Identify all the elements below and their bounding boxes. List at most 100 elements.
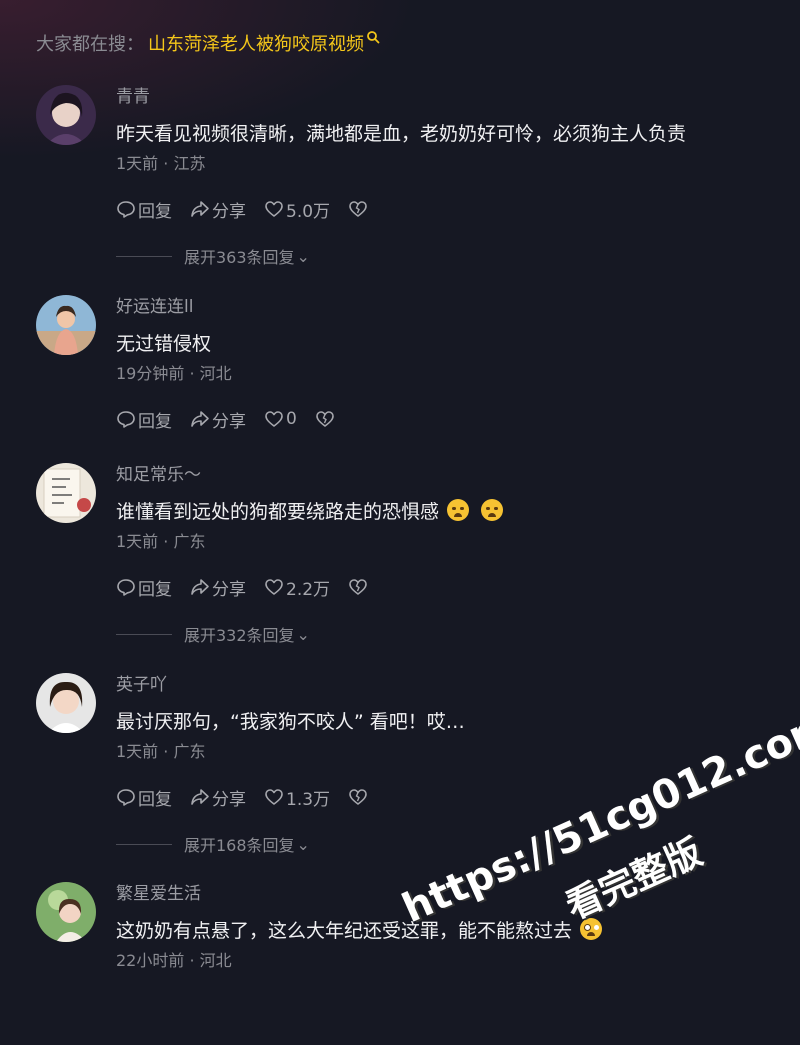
reply-label: 回复 [138,789,172,810]
avatar[interactable] [36,673,96,733]
broken-heart-icon [349,579,367,595]
share-arrow-icon [191,579,209,595]
broken-heart-icon [316,411,334,427]
meta-separator: · [158,154,174,173]
like-count: 2.2万 [286,579,331,600]
comment-time: 19分钟前 [116,364,185,383]
heart-icon [265,579,283,595]
comment-actions: 回复 分享 0 [116,407,766,432]
reply-bubble-icon [117,789,135,806]
comment-username[interactable]: 英子吖 [116,673,766,697]
dislike-button[interactable] [315,409,337,429]
expand-replies[interactable]: 展开332条回复 ⌄ [116,623,766,645]
share-arrow-icon [191,789,209,805]
comment-text: 谁懂看到远处的狗都要绕路走的恐惧感 [116,499,766,525]
share-label: 分享 [212,411,246,432]
comment-location: 河北 [199,364,232,383]
comment-actions: 回复 分享 5.0万 [116,197,766,222]
meta-separator: · [184,951,200,970]
like-count: 5.0万 [286,201,331,222]
comment-time: 1天前 [116,154,159,173]
share-arrow-icon [191,201,209,217]
reply-button[interactable]: 回复 [116,197,172,222]
reply-bubble-icon [117,579,135,596]
dislike-button[interactable] [348,199,370,219]
dislike-button[interactable] [348,577,370,597]
avatar[interactable] [36,463,96,523]
divider-line [116,633,172,635]
meta-separator: · [158,742,174,761]
comment-text: 这奶奶有点悬了，这么大年纪还受这罪，能不能熬过去 [116,918,766,944]
reply-label: 回复 [138,579,172,600]
comment-text-content: 这奶奶有点悬了，这么大年纪还受这罪，能不能熬过去 [116,920,573,942]
heart-icon [265,789,283,805]
like-button[interactable]: 2.2万 [264,575,330,600]
crying-face-emoji [447,499,470,521]
comment-username[interactable]: 好运连连ll [116,295,766,319]
comment-time: 1天前 [116,742,159,761]
comment-text: 最讨厌那句，“我家狗不咬人” 看吧！哎… [116,711,465,733]
avatar[interactable] [36,295,96,355]
dislike-button[interactable] [348,787,370,807]
share-label: 分享 [212,579,246,600]
comment-location: 河北 [199,951,232,970]
comment-meta: 19分钟前 · 河北 [116,363,766,385]
chevron-down-icon: ⌄ [296,624,310,644]
share-button[interactable]: 分享 [190,197,246,222]
trending-search-term[interactable]: 山东菏泽老人被狗咬原视频 [148,30,364,56]
comment-meta: 1天前 · 广东 [116,531,766,553]
avatar[interactable] [36,882,96,942]
chevron-down-icon: ⌄ [296,834,310,854]
reply-button[interactable]: 回复 [116,785,172,810]
comment-location: 江苏 [173,154,206,173]
chevron-down-icon: ⌄ [296,246,310,266]
search-icon[interactable] [366,30,380,44]
broken-heart-icon [349,201,367,217]
share-button[interactable]: 分享 [190,407,246,432]
crying-face-emoji [481,499,504,521]
share-label: 分享 [212,201,246,222]
divider-line [116,255,172,257]
reply-bubble-icon [117,201,135,218]
trending-search-prefix: 大家都在搜： [36,34,144,55]
avatar[interactable] [36,85,96,145]
comment-location: 广东 [173,532,206,551]
comment-actions: 回复 分享 1.3万 [116,785,766,810]
like-button[interactable]: 5.0万 [264,197,330,222]
reply-button[interactable]: 回复 [116,575,172,600]
expand-replies-label: 展开168条回复 [184,836,295,855]
comment-username[interactable]: 繁星爱生活 [116,882,766,906]
share-arrow-icon [191,411,209,427]
broken-heart-icon [349,789,367,805]
comment-username[interactable]: 青青 [116,85,766,109]
comment-text: 无过错侵权 [116,333,212,355]
reply-label: 回复 [138,411,172,432]
comment-location: 广东 [173,742,206,761]
reply-bubble-icon [117,411,135,428]
comment-text: 昨天看见视频很清晰，满地都是血，老奶奶好可怜，必须狗主人负责 [116,123,687,145]
share-button[interactable]: 分享 [190,575,246,600]
heart-icon [265,201,283,217]
comment-meta: 22小时前 · 河北 [116,950,766,972]
divider-line [116,843,172,845]
comment-time: 22小时前 [116,951,185,970]
trending-search-bar[interactable]: 大家都在搜： 山东菏泽老人被狗咬原视频 [36,30,380,56]
meta-separator: · [158,532,174,551]
comment-username[interactable]: 知足常乐～ [116,463,766,487]
meta-separator: · [184,364,200,383]
expand-replies[interactable]: 展开363条回复 ⌄ [116,245,766,267]
like-count: 0 [286,409,297,429]
heart-icon [265,411,283,427]
reply-button[interactable]: 回复 [116,407,172,432]
expand-replies[interactable]: 展开168条回复 ⌄ [116,833,766,855]
comment-meta: 1天前 · 江苏 [116,153,766,175]
reply-label: 回复 [138,201,172,222]
like-count: 1.3万 [286,789,331,810]
share-label: 分享 [212,789,246,810]
like-button[interactable]: 1.3万 [264,785,330,810]
like-button[interactable]: 0 [264,409,297,429]
share-button[interactable]: 分享 [190,785,246,810]
expand-replies-label: 展开363条回复 [184,248,295,267]
comment-time: 1天前 [116,532,159,551]
comment-actions: 回复 分享 2.2万 [116,575,766,600]
